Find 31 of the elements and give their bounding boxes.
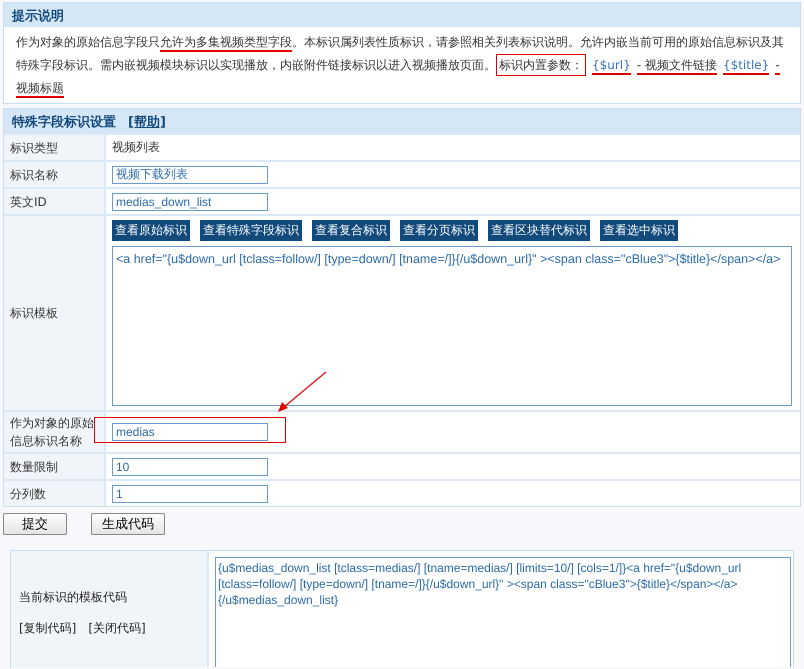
field-label: 标识模板 xyxy=(10,305,58,322)
view-tag-button[interactable]: 查看复合标识 xyxy=(312,220,390,241)
input-field[interactable]: 1 xyxy=(112,484,268,502)
field-label: 分列数 xyxy=(10,486,46,502)
view-tag-button[interactable]: 查看原始标识 xyxy=(112,220,190,241)
section-title: 特殊字段标识设置 xyxy=(12,114,116,129)
code-link[interactable]: [关闭代码] xyxy=(88,620,146,637)
input-field[interactable]: medias xyxy=(112,423,268,441)
view-tag-button[interactable]: 查看选中标识 xyxy=(600,220,678,241)
field-label: 数量限制 xyxy=(10,458,58,476)
field-value: 视频列表 xyxy=(112,139,160,156)
code-output[interactable]: {u$medias_down_list [tclass=medias/] [tname=medias/] [limits=10/] [cols=1/]}<a href="{u$down_url [tclass=follow/] [type=down/] [tname=/]}{/u$down_url}" ><span class="cBlue3">{$title}</span></a>{/u$medias_down_list} xyxy=(215,557,791,667)
template-editor[interactable]: <a href="{u$down_url [tclass=follow/] [type=down/] [tname=/]}{/u$down_url}" ><span class="cBlue3">{$title}</span></a> xyxy=(112,246,792,406)
help-link[interactable]: [帮助] xyxy=(128,113,166,129)
arrow-annotation xyxy=(278,372,326,412)
view-tag-button[interactable]: 查看特殊字段标识 xyxy=(200,220,302,241)
field-label: 标识名称 xyxy=(10,166,58,184)
action-button[interactable]: 生成代码 xyxy=(91,513,165,535)
field-label: 标识类型 xyxy=(10,140,58,156)
section-title: 提示说明 xyxy=(4,3,800,27)
code-link[interactable]: [复制代码] xyxy=(19,620,76,637)
input-field[interactable]: 10 xyxy=(112,458,268,476)
field-label: 作为对象的原始信息标识名称 xyxy=(10,415,95,450)
view-tag-button[interactable]: 查看分页标识 xyxy=(400,220,478,241)
action-button[interactable]: 提交 xyxy=(3,513,67,535)
code-label: 当前标识的模板代码 xyxy=(19,589,128,606)
input-field[interactable]: 视频下载列表 xyxy=(112,166,268,184)
notice-paragraph: 作为对象的原始信息字段只允许为多集视频类型字段。本标识属列表性质标识，请参照相关列表标识说明。允许内嵌当前可用的原始信息标识及其特殊字段标识。需内嵌视频模块标识以实现播放，内嵌附件链接标识以进入视频播放页面。 标识内置参数： {$url} - 视频文件链接 {$title} - 视频标题 xyxy=(4,27,800,103)
view-tag-button[interactable]: 查看区块替代标识 xyxy=(488,220,590,241)
field-label: 英文ID xyxy=(10,194,47,210)
input-field[interactable]: medias_down_list xyxy=(112,192,268,210)
